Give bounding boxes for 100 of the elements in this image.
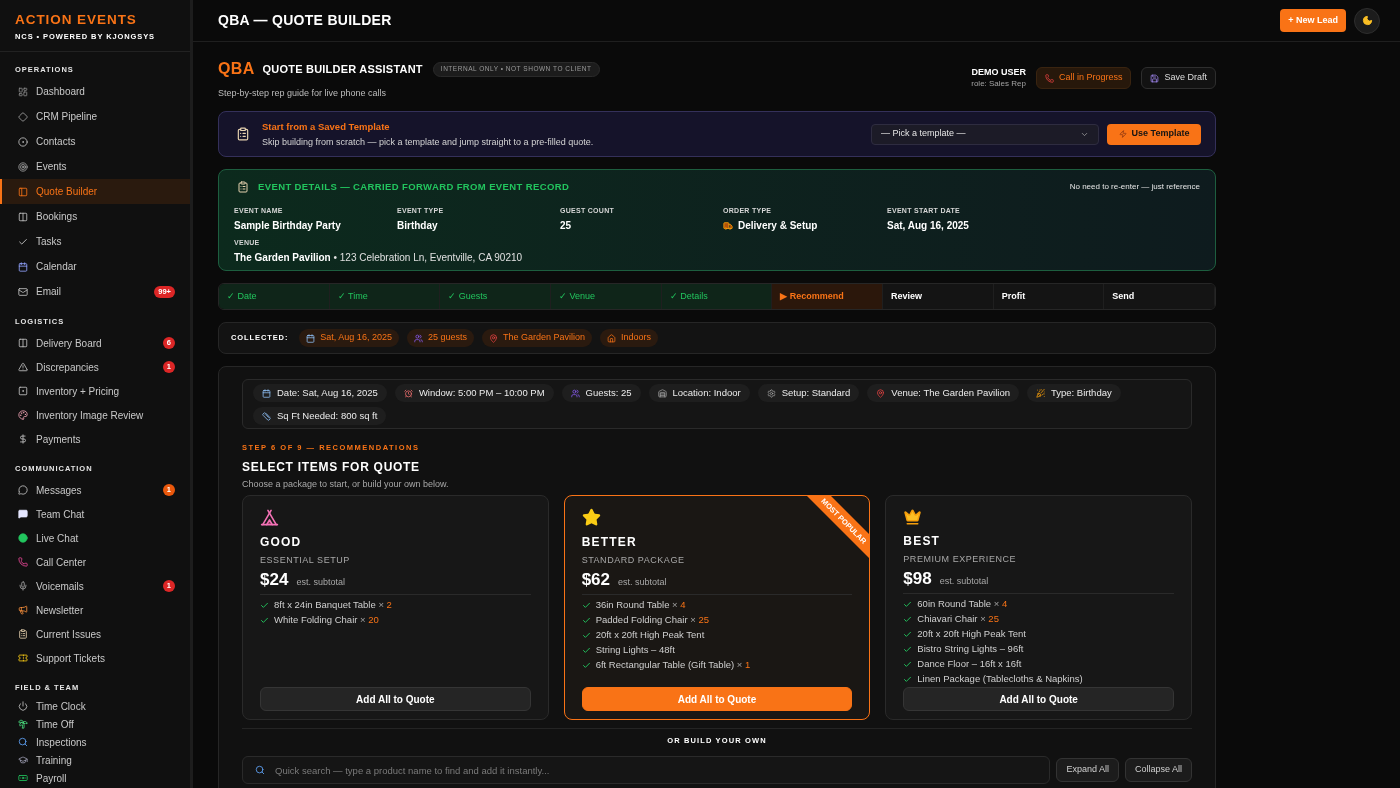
lightning-icon xyxy=(1118,130,1127,138)
package-item-text: 20ft x 20ft High Peak Tent xyxy=(595,628,705,643)
theme-toggle-button[interactable] xyxy=(1354,7,1380,34)
section-subtitle: Choose a package to start, or build your own below. xyxy=(242,479,450,489)
step-tab[interactable]: ✓ Date xyxy=(219,284,330,309)
truck-icon xyxy=(723,220,733,231)
gear-icon xyxy=(766,388,776,398)
add-all-button[interactable]: Add All to Quote xyxy=(260,687,531,711)
building-icon xyxy=(657,388,667,398)
use-template-button[interactable]: Use Template xyxy=(1107,123,1201,145)
detail-text: Location: Indoor xyxy=(672,385,741,400)
price-note: est. subtotal xyxy=(939,575,989,588)
moon-icon xyxy=(1361,15,1373,26)
add-all-button[interactable]: Add All to Quote xyxy=(903,687,1174,711)
people-icon xyxy=(570,388,580,398)
step-tab[interactable]: ▶ Recommend xyxy=(772,284,883,309)
detail-text: Sq Ft Needed: 800 sq ft xyxy=(277,408,378,423)
price-note: est. subtotal xyxy=(618,576,667,589)
price-note: est. subtotal xyxy=(296,576,345,589)
user-role: role: Sales Rep xyxy=(971,78,1026,90)
sidebar-item[interactable]: Dashboard xyxy=(0,79,190,104)
palette-icon xyxy=(18,410,28,420)
sidebar-item[interactable]: Time Off xyxy=(0,715,190,733)
template-description: Skip building from scratch — pick a template and jump straight to a pre-filled quote. xyxy=(262,135,594,148)
warning-icon xyxy=(18,362,28,372)
dollar-icon xyxy=(18,434,28,444)
package-name: GOOD xyxy=(260,535,303,550)
house-icon xyxy=(607,333,616,343)
search-field[interactable]: Quick search — type a product name to find and add it instantly... xyxy=(242,756,1051,784)
sidebar-item[interactable]: Inventory Image Review xyxy=(0,403,190,427)
package-price: $62 xyxy=(581,570,611,590)
sidebar-item[interactable]: Live Chat xyxy=(0,526,190,550)
assistant-subtitle: Step-by-step rep guide for live phone calls xyxy=(218,87,388,99)
search-icon xyxy=(255,765,265,775)
detail-text: Window: 5:00 PM – 10:00 PM xyxy=(418,385,545,400)
detail-text: Date: Sat, Aug 16, 2025 xyxy=(277,385,378,400)
sidebar-item[interactable]: Support Tickets xyxy=(0,646,190,670)
sidebar-item[interactable]: Newsletter xyxy=(0,598,190,622)
template-title: Start from a Saved Template xyxy=(262,120,391,133)
target-icon xyxy=(18,161,28,172)
sidebar-item[interactable]: Payments xyxy=(0,427,190,451)
toolbar-button[interactable]: Expand All xyxy=(1056,758,1119,782)
step-tab[interactable]: ✓ Venue xyxy=(551,284,662,309)
phone-icon xyxy=(1044,73,1054,83)
package-item-text: Bistro String Lights – 96ft xyxy=(917,642,1024,657)
sidebar-item[interactable]: Inspections xyxy=(0,733,190,751)
sidebar-item[interactable]: Training xyxy=(0,751,190,769)
step-tab[interactable]: ✓ Guests xyxy=(440,284,551,309)
package-subtitle: STANDARD PACKAGE xyxy=(581,554,686,566)
star-icon xyxy=(581,508,601,527)
circle-dot-icon xyxy=(18,136,28,147)
event-details-title: EVENT DETAILS — CARRIED FORWARD FROM EVENT RECORD xyxy=(258,179,570,194)
page-title: QBA — QUOTE BUILDER xyxy=(218,11,392,30)
assistant-title: QUOTE BUILDER ASSISTANT xyxy=(262,61,423,77)
step-tab[interactable]: Send xyxy=(1104,284,1215,309)
save-icon xyxy=(1150,73,1160,83)
sidebar-item[interactable]: Payroll xyxy=(0,769,190,787)
ticket-icon xyxy=(18,653,28,663)
package-price: $98 xyxy=(903,569,932,589)
step-tab[interactable]: Profit xyxy=(993,284,1105,309)
sidebar-item[interactable]: Current Issues xyxy=(0,622,190,646)
sidebar-item[interactable]: Bookings xyxy=(0,204,190,229)
sidebar-item[interactable]: Call Center xyxy=(0,550,190,574)
section-title: SELECT ITEMS FOR QUOTE xyxy=(242,460,421,475)
template-select[interactable]: — Pick a template — xyxy=(871,123,1099,145)
package-subtitle: PREMIUM EXPERIENCE xyxy=(903,553,1018,565)
collected-value: The Garden Pavilion xyxy=(502,331,585,345)
sidebar-item[interactable]: Inventory + Pricing xyxy=(0,379,190,403)
collected-value: Sat, Aug 16, 2025 xyxy=(320,331,392,345)
step-tab[interactable]: ✓ Time xyxy=(329,284,441,309)
calendar-icon xyxy=(306,333,316,343)
power-icon xyxy=(18,701,28,711)
call-in-progress-button[interactable]: Call in Progress xyxy=(1035,67,1132,89)
sidebar-item[interactable]: Time Clock xyxy=(0,697,190,715)
sidebar-item[interactable]: Contacts xyxy=(0,129,190,154)
save-draft-button[interactable]: Save Draft xyxy=(1141,67,1216,89)
field-value: Birthday xyxy=(397,219,438,232)
sidebar-item[interactable]: Calendar xyxy=(0,254,190,279)
crown-icon xyxy=(903,508,923,526)
package-item-text: 8ft x 24in Banquet Table × 2 xyxy=(274,598,392,613)
sidebar-item[interactable]: Team Chat xyxy=(0,502,190,526)
detail-text: Guests: 25 xyxy=(585,385,632,400)
detail-text: Type: Birthday xyxy=(1051,385,1112,400)
package-name: BETTER xyxy=(581,535,638,550)
field-value: Sample Birthday Party xyxy=(234,219,341,232)
sidebar-item[interactable]: Tasks xyxy=(0,229,190,254)
package-item-text: String Lights – 48ft xyxy=(595,643,675,658)
sidebar-item[interactable]: Events xyxy=(0,154,190,179)
step-tab[interactable]: Review xyxy=(883,284,994,309)
collected-value: 25 guests xyxy=(427,331,467,345)
package-item-text: 36in Round Table × 4 xyxy=(595,598,686,613)
sidebar-item[interactable]: CRM Pipeline xyxy=(0,104,190,129)
step-tab[interactable]: ✓ Details xyxy=(661,284,773,309)
assistant-code: QBA xyxy=(218,59,255,79)
toolbar-button[interactable]: Collapse All xyxy=(1124,758,1192,782)
sidebar-item[interactable]: Quote Builder xyxy=(0,179,190,204)
user-name: DEMO USER xyxy=(971,66,1026,78)
people-icon xyxy=(413,333,423,343)
clipboard-icon xyxy=(236,127,250,141)
pin-icon xyxy=(876,388,886,398)
